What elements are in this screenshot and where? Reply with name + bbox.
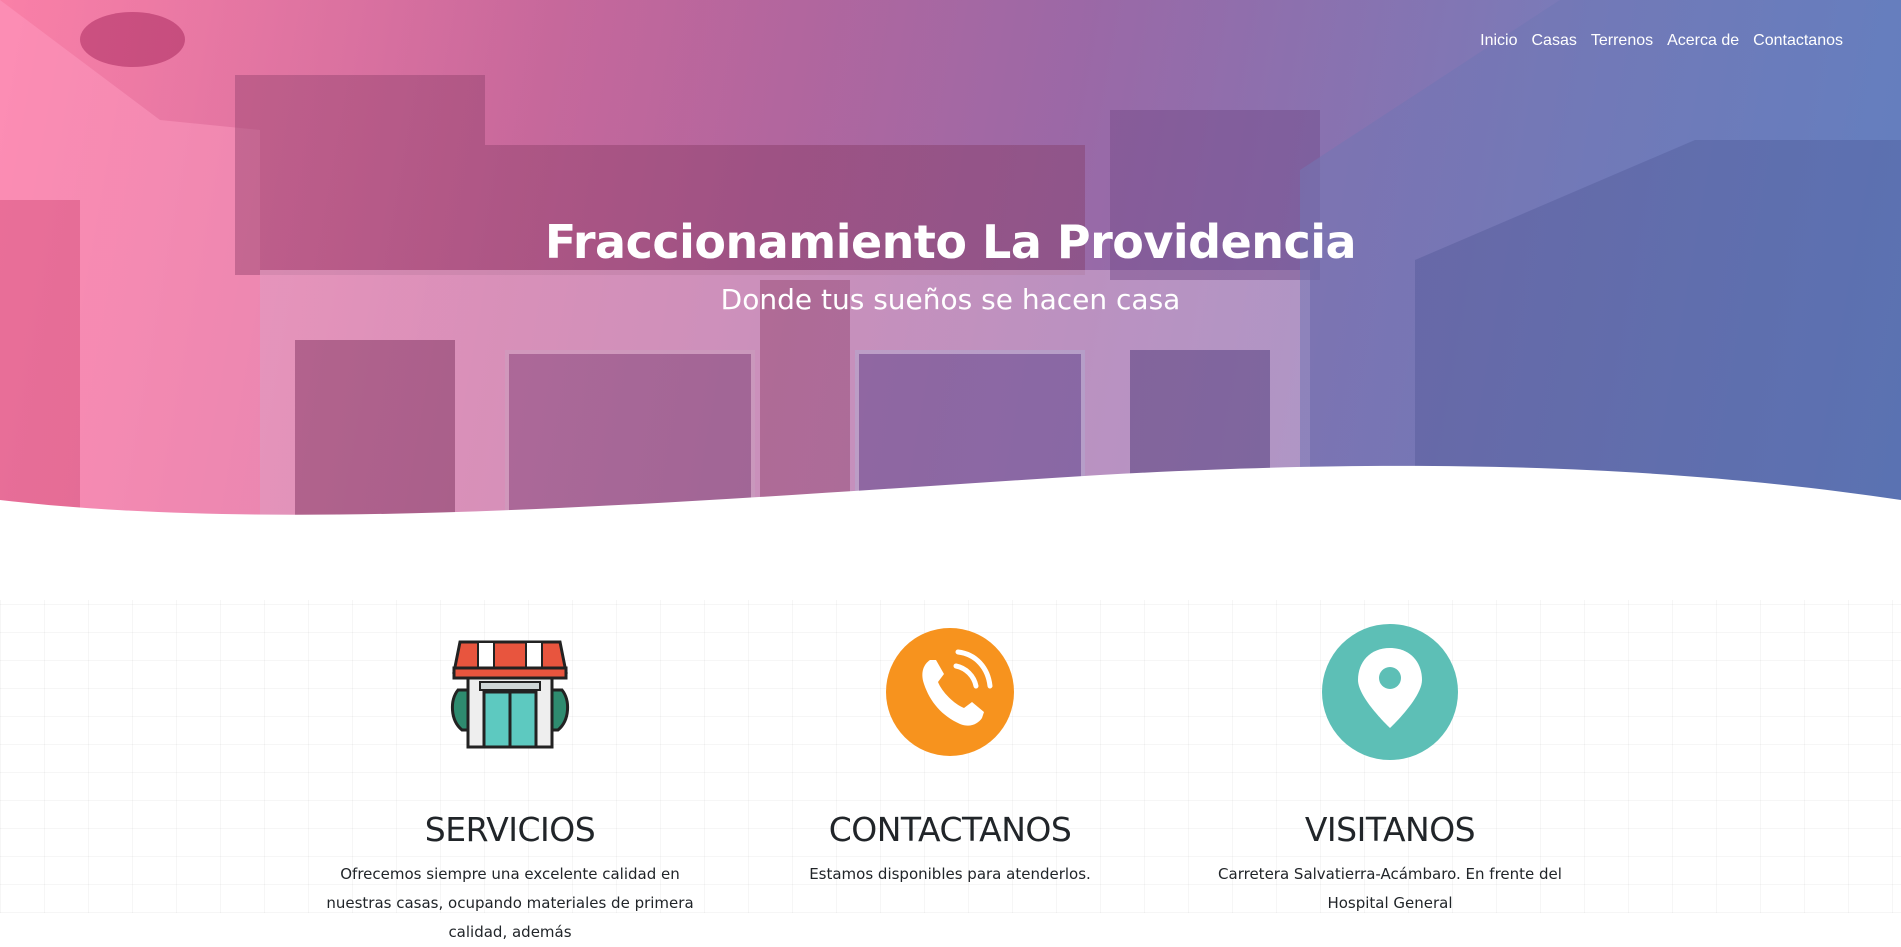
- main-navigation: Inicio Casas Terrenos Acerca de Contacta…: [1480, 32, 1843, 50]
- hero-title: Fraccionamiento La Providencia: [544, 215, 1357, 269]
- feature-visitanos: VISITANOS Carretera Salvatierra-Acámbaro…: [1160, 620, 1620, 912]
- hero-color-overlay: [0, 0, 1901, 540]
- contactanos-heading: CONTACTANOS: [828, 810, 1072, 849]
- servicios-heading: SERVICIOS: [424, 810, 596, 849]
- location-pin-icon: [1322, 624, 1458, 760]
- servicios-description: Ofrecemos siempre una excelente calidad …: [326, 865, 694, 941]
- visitanos-description: Carretera Salvatierra-Acámbaro. En frent…: [1218, 865, 1562, 912]
- feature-contactanos: CONTACTANOS Estamos disponibles para ate…: [720, 620, 1180, 883]
- hero-banner: Inicio Casas Terrenos Acerca de Contacta…: [0, 0, 1901, 540]
- nav-link-terrenos[interactable]: Terrenos: [1591, 32, 1653, 50]
- hero-subtitle: Donde tus sueños se hacen casa: [720, 283, 1181, 316]
- storefront-icon: [451, 640, 569, 749]
- nav-link-acerca-de[interactable]: Acerca de: [1667, 32, 1739, 50]
- visitanos-heading: VISITANOS: [1304, 810, 1476, 849]
- nav-link-casas[interactable]: Casas: [1532, 32, 1577, 50]
- nav-link-contactanos[interactable]: Contactanos: [1753, 32, 1843, 50]
- nav-link-inicio[interactable]: Inicio: [1480, 32, 1517, 50]
- contactanos-description: Estamos disponibles para atenderlos.: [809, 865, 1091, 883]
- feature-servicios: SERVICIOS Ofrecemos siempre una excelent…: [280, 620, 740, 941]
- hero-wave-divider: [0, 465, 1901, 550]
- phone-icon: [886, 628, 1014, 756]
